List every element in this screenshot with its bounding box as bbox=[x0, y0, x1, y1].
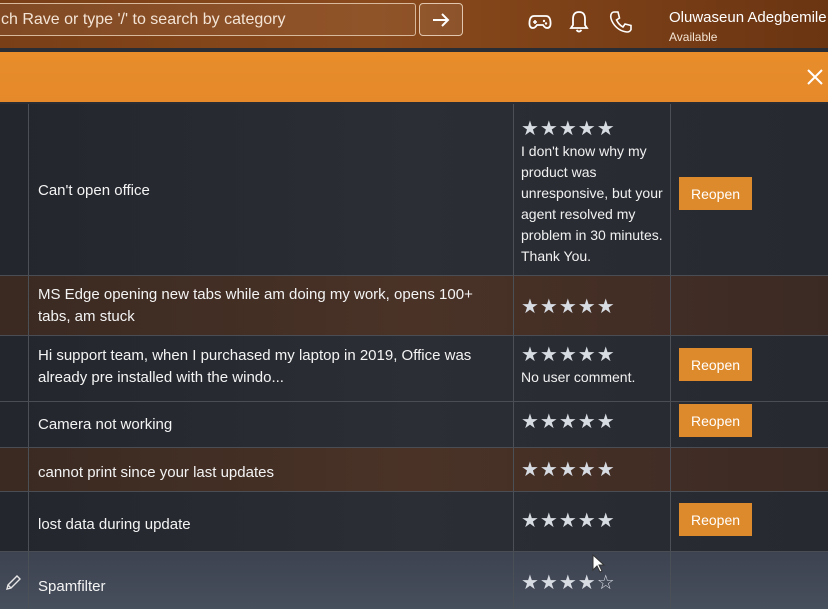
column-divider bbox=[28, 492, 29, 551]
ticket-title[interactable]: Spamfilter bbox=[38, 576, 498, 598]
ticket-title[interactable]: Can't open office bbox=[38, 180, 498, 202]
table-row[interactable]: Camera not working ★★★★★ Reopen bbox=[0, 402, 828, 448]
star-rating: ★★★★★ bbox=[521, 459, 616, 481]
close-icon[interactable] bbox=[804, 66, 826, 88]
ticket-title[interactable]: Hi support team, when I purchased my lap… bbox=[38, 345, 498, 389]
star-rating: ★★★★★ bbox=[521, 411, 616, 433]
column-divider bbox=[513, 402, 514, 447]
user-comment: I don't know why my product was unrespon… bbox=[521, 143, 663, 264]
column-divider bbox=[513, 336, 514, 401]
notification-banner bbox=[0, 52, 828, 102]
column-divider bbox=[28, 402, 29, 447]
bell-icon[interactable] bbox=[566, 8, 592, 36]
column-divider bbox=[28, 104, 29, 275]
user-name[interactable]: Oluwaseun Adegbemile bbox=[669, 9, 827, 26]
mouse-cursor-icon bbox=[592, 554, 606, 573]
ticket-title[interactable]: lost data during update bbox=[38, 514, 498, 536]
table-row[interactable]: MS Edge opening new tabs while am doing … bbox=[0, 276, 828, 336]
reopen-button[interactable]: Reopen bbox=[679, 503, 752, 536]
column-divider bbox=[670, 276, 671, 335]
star-rating: ★★★★★ bbox=[521, 510, 616, 532]
star-rating: ★★★★★ bbox=[521, 344, 616, 366]
column-divider bbox=[670, 336, 671, 401]
column-divider bbox=[670, 448, 671, 491]
gamepad-icon[interactable] bbox=[527, 8, 553, 36]
column-divider bbox=[28, 276, 29, 335]
column-divider bbox=[513, 448, 514, 491]
ticket-title[interactable]: MS Edge opening new tabs while am doing … bbox=[38, 284, 498, 328]
arrow-right-icon bbox=[433, 12, 450, 27]
column-divider bbox=[670, 104, 671, 275]
column-divider bbox=[513, 492, 514, 551]
column-divider bbox=[28, 336, 29, 401]
reopen-button[interactable]: Reopen bbox=[679, 404, 752, 437]
column-divider bbox=[670, 402, 671, 447]
reopen-button[interactable]: Reopen bbox=[679, 348, 752, 381]
table-row[interactable]: lost data during update ★★★★★ Reopen bbox=[0, 492, 828, 552]
ticket-title[interactable]: cannot print since your last updates bbox=[38, 462, 498, 484]
reopen-button[interactable]: Reopen bbox=[679, 177, 752, 210]
column-divider bbox=[28, 448, 29, 491]
table-row[interactable]: Hi support team, when I purchased my lap… bbox=[0, 336, 828, 402]
ticket-title[interactable]: Camera not working bbox=[38, 414, 498, 436]
column-divider bbox=[513, 104, 514, 275]
column-divider bbox=[513, 276, 514, 335]
column-divider bbox=[670, 552, 671, 609]
star-rating: ★★★★★ bbox=[521, 296, 616, 318]
user-status: Available bbox=[669, 30, 718, 44]
column-divider bbox=[670, 492, 671, 551]
search-input[interactable]: ch Rave or type '/' to search by categor… bbox=[0, 3, 416, 36]
search-placeholder: ch Rave or type '/' to search by categor… bbox=[1, 11, 286, 28]
phone-icon[interactable] bbox=[608, 8, 634, 36]
table-row[interactable]: cannot print since your last updates ★★★… bbox=[0, 448, 828, 492]
table-row[interactable]: Spamfilter ★★★★☆ bbox=[0, 552, 828, 609]
pencil-icon[interactable] bbox=[4, 574, 22, 592]
column-divider bbox=[513, 552, 514, 609]
search-submit-button[interactable] bbox=[419, 3, 463, 36]
column-divider bbox=[28, 552, 29, 609]
top-bar: ch Rave or type '/' to search by categor… bbox=[0, 0, 828, 48]
star-rating: ★★★★★ bbox=[521, 118, 616, 140]
table-row[interactable]: Can't open office ★★★★★ I don't know why… bbox=[0, 104, 828, 276]
user-comment: No user comment. bbox=[521, 369, 636, 385]
